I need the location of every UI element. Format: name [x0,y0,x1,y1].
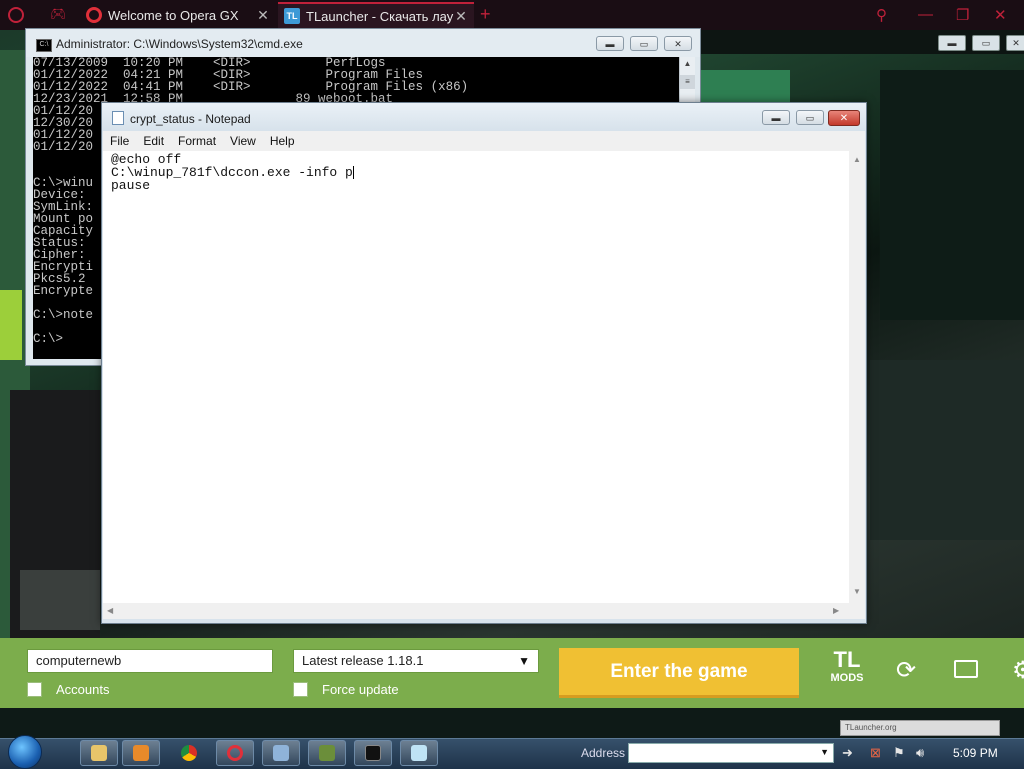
tl-mods-logo-bottom: MODS [830,672,864,684]
browser-tab-bar: 🎮︎ Welcome to Opera GX ✕ TL TLauncher - … [0,0,1024,30]
menu-edit[interactable]: Edit [136,134,171,148]
taskbar-cmd[interactable] [354,740,392,766]
tab-title: TLauncher - Скачать лаунч [306,8,454,24]
menu-view[interactable]: View [223,134,263,148]
browser-tab-welcome[interactable]: Welcome to Opera GX ✕ [80,2,276,28]
address-input[interactable]: ▼ [628,743,834,763]
cmd-title-bar[interactable]: C:\ Administrator: C:\Windows\System32\c… [26,29,700,57]
tlauncher-favicon-icon: TL [284,8,300,24]
taskbar-clock[interactable]: 5:09 PM [953,746,998,760]
cmd-maximize-button[interactable]: ▭ [630,36,658,51]
start-button[interactable] [8,735,42,769]
notepad-maximize-button[interactable]: ▭ [796,110,824,125]
notepad-vertical-scrollbar[interactable]: ▲ ▼ [849,151,865,603]
scroll-left-icon[interactable]: ◀ [107,606,113,615]
enter-game-button[interactable]: Enter the game [559,648,799,698]
taskbar-remote[interactable] [262,740,300,766]
username-input[interactable]: computernewb [27,649,273,673]
launcher-maximize-button[interactable]: ▭ [972,35,1000,51]
cmd-icon [365,745,381,761]
menu-file[interactable]: File [103,134,136,148]
taskbar-opera[interactable] [216,740,254,766]
accounts-checkbox[interactable] [27,682,42,697]
search-icon[interactable]: ⚲ [876,6,887,24]
chevron-down-icon: ▼ [518,654,530,668]
notepad-text-area[interactable]: @echo off C:\winup_781f\dccon.exe -info … [103,151,849,603]
launcher-mini-title: TLauncher.org [840,720,1000,736]
cmd-scrollbar[interactable]: ▲ ≡ [679,57,695,103]
new-tab-button[interactable]: + [480,4,491,25]
taskbar-minecraft[interactable] [308,740,346,766]
go-arrow-icon[interactable]: ➜ [842,745,853,761]
notepad-title: crypt_status - Notepad [130,112,251,126]
text-line: C:\winup_781f\dccon.exe -info p [111,165,354,180]
opera-favicon-icon [86,7,102,23]
scroll-right-icon[interactable]: ▶ [833,606,839,615]
notepad-horizontal-scrollbar[interactable]: ◀ ▶ [103,603,849,619]
settings-gear-icon[interactable]: ⚙ [1012,656,1024,685]
scroll-down-icon[interactable]: ▼ [853,587,861,596]
notepad-title-bar[interactable]: crypt_status - Notepad ▬ ▭ ✕ [102,103,866,131]
notepad-icon [112,111,124,125]
close-tab-icon[interactable]: ✕ [454,8,468,25]
taskbar-notepad[interactable] [400,740,438,766]
cmd-minimize-button[interactable]: ▬ [596,36,624,51]
tl-mods-logo-top: TL [833,647,861,672]
address-label: Address [581,746,626,760]
launcher-close-button[interactable]: ✕ [1006,35,1024,51]
force-update-label: Force update [322,682,399,697]
scroll-up-icon[interactable]: ▲ [853,155,861,164]
minimize-window-button[interactable]: — [918,6,933,23]
scroll-thumb[interactable]: ≡ [680,75,695,89]
scroll-up-icon[interactable]: ▲ [680,57,695,71]
notepad-close-button[interactable]: ✕ [828,110,860,126]
maximize-window-button[interactable]: ❐ [956,6,969,24]
launcher-minimize-button[interactable]: ▬ [938,35,966,51]
chrome-icon [181,745,197,761]
notepad-window: crypt_status - Notepad ▬ ▭ ✕ File Edit F… [101,102,867,624]
notepad-menu-bar: File Edit Format View Help [103,131,865,151]
folder-icon[interactable] [954,660,978,678]
force-update-checkbox[interactable] [293,682,308,697]
accounts-label: Accounts [56,682,110,697]
menu-help[interactable]: Help [263,134,302,148]
notepad-icon [411,745,427,761]
minecraft-icon [319,745,335,761]
cmd-close-button[interactable]: ✕ [664,36,692,51]
text-caret [352,166,354,179]
tab-title: Welcome to Opera GX [108,7,239,23]
taskbar-explorer[interactable] [80,740,118,766]
close-tab-icon[interactable]: ✕ [256,7,270,24]
taskbar-media-player[interactable] [122,740,160,766]
refresh-icon[interactable]: ⟳ [896,656,916,685]
chevron-down-icon[interactable]: ▼ [820,747,829,757]
menu-format[interactable]: Format [171,134,223,148]
size-grip [849,603,865,619]
taskbar-chrome[interactable] [170,740,208,766]
remote-desktop-icon [273,745,289,761]
close-window-button[interactable]: ✕ [994,6,1007,24]
tl-mods-button[interactable]: TL MODS [826,648,868,696]
cmd-title: Administrator: C:\Windows\System32\cmd.e… [56,37,303,51]
browser-tab-tlauncher[interactable]: TL TLauncher - Скачать лаунч ✕ [278,2,474,28]
folder-icon [91,745,107,761]
gamepad-icon[interactable]: 🎮︎ [50,7,68,21]
version-select[interactable]: Latest release 1.18.1 ▼ [293,649,539,673]
volume-icon[interactable]: 🔊︎ [916,745,924,761]
opera-menu-icon[interactable] [8,7,24,23]
notepad-minimize-button[interactable]: ▬ [762,110,790,125]
version-value: Latest release 1.18.1 [302,653,424,668]
cmd-icon: C:\ [36,39,52,52]
media-player-icon [133,745,149,761]
action-center-icon[interactable]: ⚑ [893,745,905,761]
opera-icon [227,745,243,761]
text-line: pause [111,178,151,193]
network-warning-icon[interactable]: ⊠ [870,745,881,761]
